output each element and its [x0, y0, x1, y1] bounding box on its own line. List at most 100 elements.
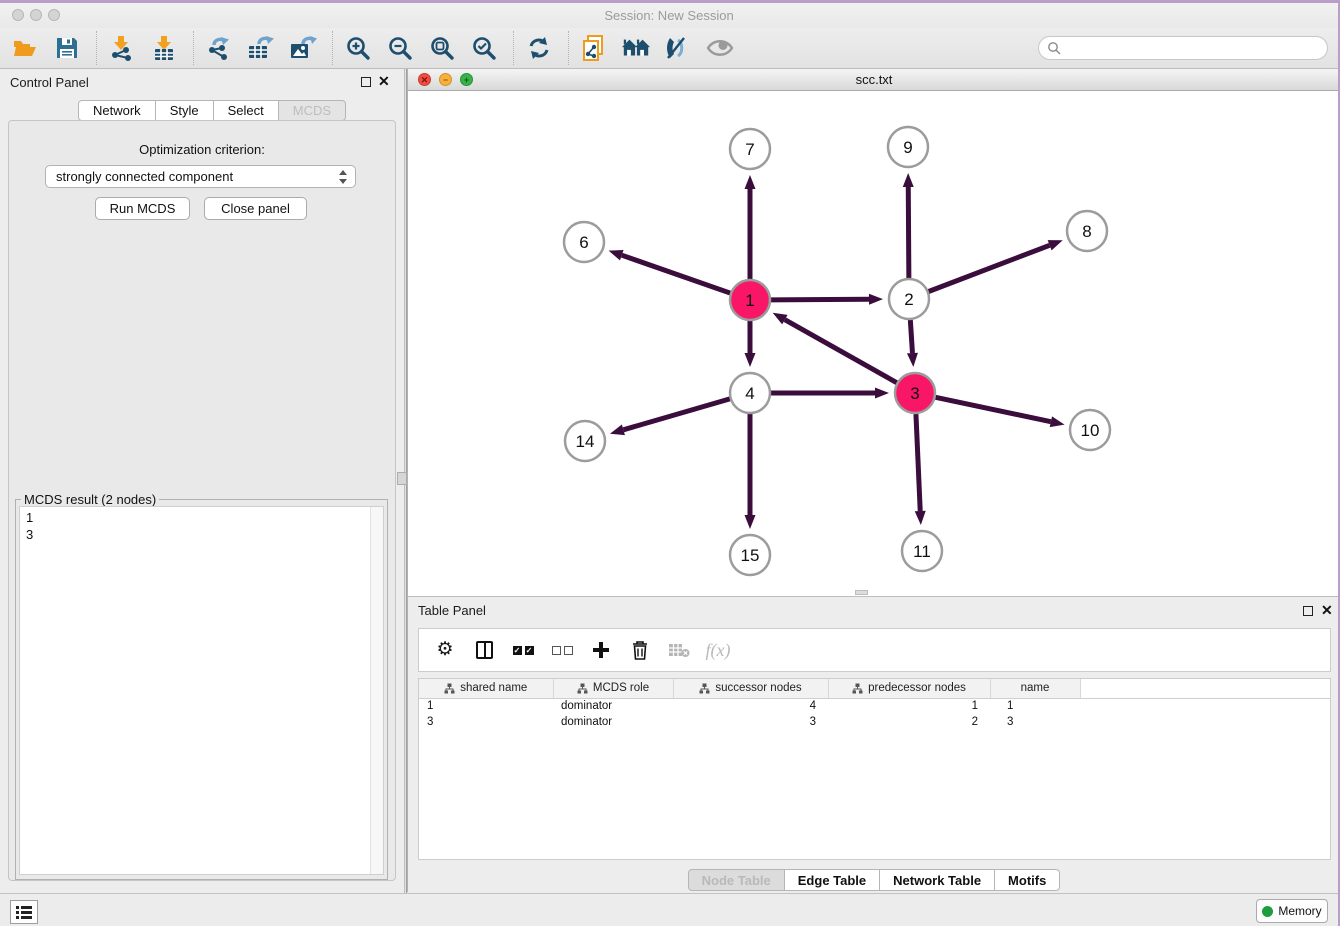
- graph-edge[interactable]: [929, 245, 1050, 291]
- task-history-button[interactable]: [10, 900, 38, 924]
- export-network-icon[interactable]: [204, 33, 234, 63]
- open-session-icon[interactable]: [10, 33, 40, 63]
- graph-edge[interactable]: [623, 399, 729, 430]
- close-table-panel-icon[interactable]: ✕: [1321, 603, 1333, 617]
- edge-arrowhead: [610, 425, 625, 436]
- mcds-result-group: MCDS result (2 nodes) 1 3: [15, 499, 388, 880]
- close-panel-button[interactable]: Close panel: [204, 197, 307, 220]
- table-cell[interactable]: 2: [828, 714, 990, 730]
- toolbar-separator: [193, 31, 194, 65]
- deselect-all-columns-icon[interactable]: [550, 638, 574, 662]
- run-mcds-button[interactable]: Run MCDS: [95, 197, 190, 220]
- import-network-icon[interactable]: [107, 33, 137, 63]
- selected-option: strongly connected component: [56, 169, 233, 184]
- table-row[interactable]: 3dominator323: [419, 714, 1330, 730]
- tab-edge-table[interactable]: Edge Table: [785, 869, 880, 891]
- search-field[interactable]: [1038, 36, 1328, 60]
- tab-motifs[interactable]: Motifs: [995, 869, 1060, 891]
- table-cell[interactable]: 1: [419, 698, 553, 714]
- hierarchy-icon: [577, 683, 588, 694]
- network-canvas[interactable]: 1234678910111415: [408, 91, 1340, 596]
- zoom-selected-icon[interactable]: [469, 33, 499, 63]
- zoom-in-icon[interactable]: [343, 33, 373, 63]
- export-image-icon[interactable]: [288, 33, 318, 63]
- add-column-icon[interactable]: [589, 638, 613, 662]
- tab-mcds[interactable]: MCDS: [279, 100, 346, 121]
- table-tabs: Node Table Edge Table Network Table Moti…: [408, 869, 1340, 891]
- toolbar-separator: [96, 31, 97, 65]
- delete-column-icon[interactable]: [628, 638, 652, 662]
- column-header-mcds-role[interactable]: MCDS role: [553, 679, 673, 698]
- graph-edge[interactable]: [771, 299, 869, 300]
- search-input[interactable]: [1066, 41, 1319, 55]
- column-header-name[interactable]: name: [990, 679, 1080, 698]
- float-table-panel-icon[interactable]: [1303, 606, 1313, 616]
- first-neighbors-icon[interactable]: [579, 33, 609, 63]
- horizontal-splitter-grip[interactable]: [855, 590, 868, 595]
- split-panel-icon[interactable]: [472, 638, 496, 662]
- memory-label: Memory: [1278, 904, 1321, 918]
- table-cell[interactable]: 3: [419, 714, 553, 730]
- graph-edge[interactable]: [916, 414, 920, 511]
- settings-icon[interactable]: ⚙: [433, 638, 457, 662]
- tab-network-table[interactable]: Network Table: [880, 869, 995, 891]
- tab-node-table[interactable]: Node Table: [688, 869, 785, 891]
- refresh-view-icon[interactable]: [524, 33, 554, 63]
- vertical-splitter-grip[interactable]: [397, 472, 407, 485]
- save-session-icon[interactable]: [52, 33, 82, 63]
- graph-edge[interactable]: [910, 320, 912, 353]
- close-panel-icon[interactable]: ✕: [378, 74, 390, 88]
- control-panel-tabs: Network Style Select MCDS: [78, 100, 346, 121]
- float-panel-icon[interactable]: [361, 77, 371, 87]
- tab-style[interactable]: Style: [156, 100, 214, 121]
- column-header-predecessor-nodes[interactable]: predecessor nodes: [828, 679, 990, 698]
- hide-panels-icon[interactable]: [663, 33, 693, 63]
- table-cell[interactable]: 4: [673, 698, 828, 714]
- graph-node-label: 6: [579, 233, 588, 252]
- edge-arrowhead: [903, 173, 914, 187]
- export-table-icon[interactable]: [246, 33, 276, 63]
- tab-network[interactable]: Network: [78, 100, 156, 121]
- graph-node-label: 10: [1081, 421, 1100, 440]
- graph-edge[interactable]: [936, 397, 1051, 421]
- table-row[interactable]: 1dominator411: [419, 698, 1330, 714]
- select-stepper-icon: [339, 170, 348, 184]
- graph-node-label: 4: [745, 384, 754, 403]
- mcds-result-list[interactable]: 1 3: [19, 506, 384, 875]
- search-icon: [1047, 41, 1061, 55]
- column-header-successor-nodes[interactable]: successor nodes: [673, 679, 828, 698]
- result-scrollbar[interactable]: [370, 507, 383, 874]
- table-panel-title: Table Panel: [418, 603, 486, 618]
- table-cell[interactable]: dominator: [553, 698, 673, 714]
- table-cell[interactable]: 1: [828, 698, 990, 714]
- main-toolbar: [0, 28, 1338, 69]
- tab-select[interactable]: Select: [214, 100, 279, 121]
- table-cell[interactable]: 1: [990, 698, 1080, 714]
- graph-edge[interactable]: [908, 187, 909, 278]
- graph-node-label: 9: [903, 138, 912, 157]
- graph-edge[interactable]: [622, 255, 730, 293]
- delete-table-icon[interactable]: [667, 638, 691, 662]
- table-cell[interactable]: dominator: [553, 714, 673, 730]
- show-panels-icon[interactable]: [705, 33, 735, 63]
- memory-button[interactable]: Memory: [1256, 899, 1328, 923]
- import-table-icon[interactable]: [149, 33, 179, 63]
- function-builder-icon[interactable]: f(x): [706, 638, 730, 662]
- toolbar-separator: [568, 31, 569, 65]
- column-header-shared-name[interactable]: shared name: [419, 679, 553, 698]
- zoom-fit-icon[interactable]: [427, 33, 457, 63]
- select-all-columns-icon[interactable]: ✓✓: [511, 638, 535, 662]
- optimization-criterion-select[interactable]: strongly connected component: [45, 165, 356, 188]
- toolbar-separator: [513, 31, 514, 65]
- zoom-out-icon[interactable]: [385, 33, 415, 63]
- table-cell[interactable]: 3: [990, 714, 1080, 730]
- toolbar-separator: [332, 31, 333, 65]
- edge-arrowhead: [745, 353, 756, 367]
- result-line: 1: [26, 509, 377, 526]
- table-cell[interactable]: 3: [673, 714, 828, 730]
- edge-arrowhead: [1050, 416, 1065, 427]
- graph-node-label: 1: [745, 291, 754, 310]
- graph-edge[interactable]: [785, 320, 897, 383]
- home-view-icon[interactable]: [621, 33, 651, 63]
- network-graph[interactable]: 1234678910111415: [408, 91, 1340, 596]
